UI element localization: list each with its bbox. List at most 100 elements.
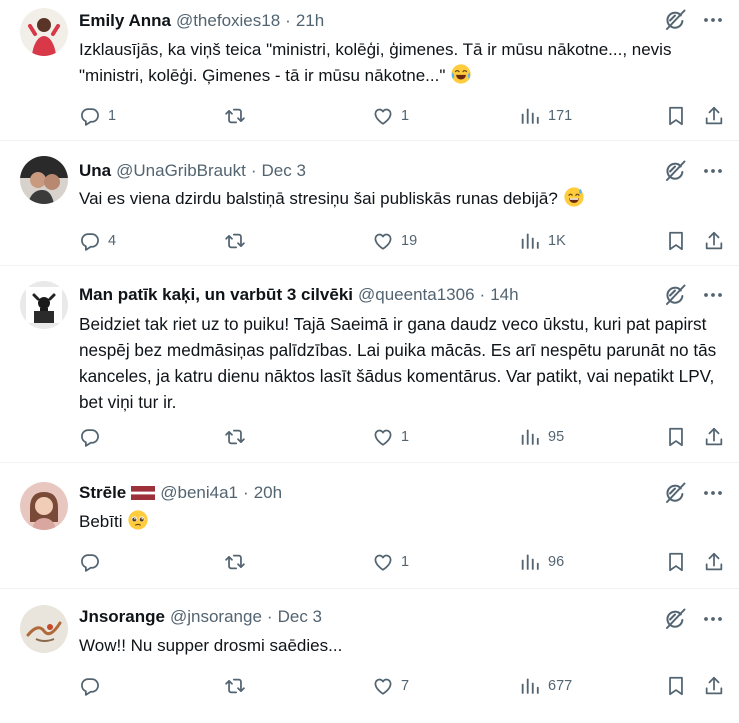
bookmark-button[interactable] — [665, 425, 687, 449]
tweet[interactable]: Man patīk kaķi, un varbūt 3 cilvēki @que… — [0, 267, 739, 463]
like-button[interactable]: 1 — [372, 425, 409, 449]
user-handle[interactable]: @beni4a1 — [160, 483, 238, 503]
separator: · — [250, 161, 257, 180]
separator: · — [243, 483, 249, 502]
timestamp[interactable]: Dec 3 — [278, 607, 322, 627]
share-button[interactable] — [703, 229, 725, 253]
bookmark-icon — [665, 230, 687, 252]
share-button[interactable] — [703, 674, 725, 698]
reply-count: 4 — [108, 233, 117, 249]
views-icon — [519, 426, 541, 448]
user-handle[interactable]: @queenta1306 — [358, 285, 475, 305]
bookmark-button[interactable] — [665, 104, 687, 128]
more-icon[interactable] — [701, 8, 725, 32]
more-icon[interactable] — [701, 481, 725, 505]
bookmark-button[interactable] — [665, 229, 687, 253]
grok-icon[interactable] — [663, 159, 687, 183]
like-count: 19 — [401, 233, 418, 249]
grok-icon[interactable] — [663, 607, 687, 631]
avatar[interactable] — [20, 482, 68, 530]
retweet-icon — [224, 105, 246, 127]
views-button[interactable]: 95 — [519, 425, 564, 449]
tweet-text: Beidziet tak riet uz to puiku! Tajā Saei… — [79, 311, 729, 415]
user-name[interactable]: Strēle — [79, 483, 126, 503]
share-button[interactable] — [703, 104, 725, 128]
tweet-text: Wow!! Nu supper drosmi saēdies... — [79, 633, 729, 659]
reply-icon — [79, 426, 101, 448]
avatar[interactable] — [20, 281, 68, 329]
user-name[interactable]: Jnsorange — [79, 607, 165, 627]
user-handle[interactable]: @jnsorange — [170, 607, 262, 627]
like-count: 1 — [401, 108, 410, 124]
like-icon — [372, 426, 394, 448]
joy-emoji: . — [451, 64, 471, 84]
more-icon[interactable] — [701, 283, 725, 307]
grok-icon[interactable] — [663, 481, 687, 505]
like-count: 1 — [401, 429, 410, 445]
like-button[interactable]: 1 — [372, 104, 409, 128]
timestamp[interactable]: Dec 3 — [262, 161, 306, 181]
bookmark-icon — [665, 675, 687, 697]
views-button[interactable]: 677 — [519, 674, 572, 698]
like-count: 7 — [401, 678, 410, 694]
bookmark-button[interactable] — [665, 550, 687, 574]
views-button[interactable]: 96 — [519, 550, 564, 574]
retweet-button[interactable] — [224, 104, 253, 128]
avatar[interactable] — [20, 156, 68, 204]
tweet-body: Vai es viena dzirdu balstiņā stresiņu ša… — [79, 189, 558, 208]
reply-button[interactable]: 1 — [79, 104, 116, 128]
timestamp[interactable]: 14h — [490, 285, 518, 305]
views-icon — [519, 675, 541, 697]
reply-button[interactable] — [79, 425, 108, 449]
tweet[interactable]: Strēle @beni4a1 · 20h Bebīti 1 96 — [0, 464, 739, 589]
avatar[interactable] — [20, 605, 68, 653]
like-icon — [372, 230, 394, 252]
timestamp[interactable]: 20h — [254, 483, 282, 503]
share-icon — [703, 675, 725, 697]
share-button[interactable] — [703, 425, 725, 449]
user-name[interactable]: Emily Anna — [79, 11, 171, 31]
like-button[interactable]: 1 — [372, 550, 409, 574]
reply-button[interactable]: 4 — [79, 229, 116, 253]
more-icon[interactable] — [701, 607, 725, 631]
views-count: 677 — [548, 678, 573, 694]
retweet-icon — [224, 551, 246, 573]
avatar[interactable] — [20, 8, 68, 56]
tweet[interactable]: Una @UnaGribBraukt · Dec 3 Vai es viena … — [0, 142, 739, 266]
like-count: 1 — [401, 554, 410, 570]
retweet-button[interactable] — [224, 550, 253, 574]
retweet-button[interactable] — [224, 674, 253, 698]
user-name[interactable]: Una — [79, 161, 111, 181]
reply-icon — [79, 105, 101, 127]
views-button[interactable]: 1K — [519, 229, 566, 253]
more-icon[interactable] — [701, 159, 725, 183]
grok-icon[interactable] — [663, 283, 687, 307]
share-button[interactable] — [703, 550, 725, 574]
bookmark-icon — [665, 426, 687, 448]
like-button[interactable]: 19 — [372, 229, 417, 253]
user-name[interactable]: Man patīk kaķi, un varbūt 3 cilvēki — [79, 285, 353, 305]
share-icon — [703, 426, 725, 448]
views-count: 95 — [548, 429, 565, 445]
views-button[interactable]: 171 — [519, 104, 572, 128]
tweet-text: Izklausījās, ka viņš teica "ministri, ko… — [79, 37, 729, 89]
reply-button[interactable] — [79, 674, 108, 698]
tweet-body: Bebīti — [79, 512, 123, 531]
tweet[interactable]: Jnsorange @jnsorange · Dec 3 Wow!! Nu su… — [0, 590, 739, 723]
like-button[interactable]: 7 — [372, 674, 409, 698]
views-count: 171 — [548, 108, 573, 124]
user-handle[interactable]: @thefoxies18 — [176, 11, 280, 31]
user-handle[interactable]: @UnaGribBraukt — [116, 161, 246, 181]
reply-count: 1 — [108, 108, 117, 124]
tweet[interactable]: Emily Anna @thefoxies18 · 21h Izklausījā… — [0, 0, 739, 141]
bookmark-button[interactable] — [665, 674, 687, 698]
timestamp[interactable]: 21h — [296, 11, 324, 31]
grok-icon[interactable] — [663, 8, 687, 32]
retweet-button[interactable] — [224, 425, 253, 449]
retweet-button[interactable] — [224, 229, 253, 253]
separator: · — [285, 11, 291, 30]
tweet-body: Wow!! Nu supper drosmi saēdies... — [79, 636, 343, 655]
tweet-text: Bebīti — [79, 509, 729, 535]
separator: · — [479, 285, 486, 304]
reply-button[interactable] — [79, 550, 108, 574]
